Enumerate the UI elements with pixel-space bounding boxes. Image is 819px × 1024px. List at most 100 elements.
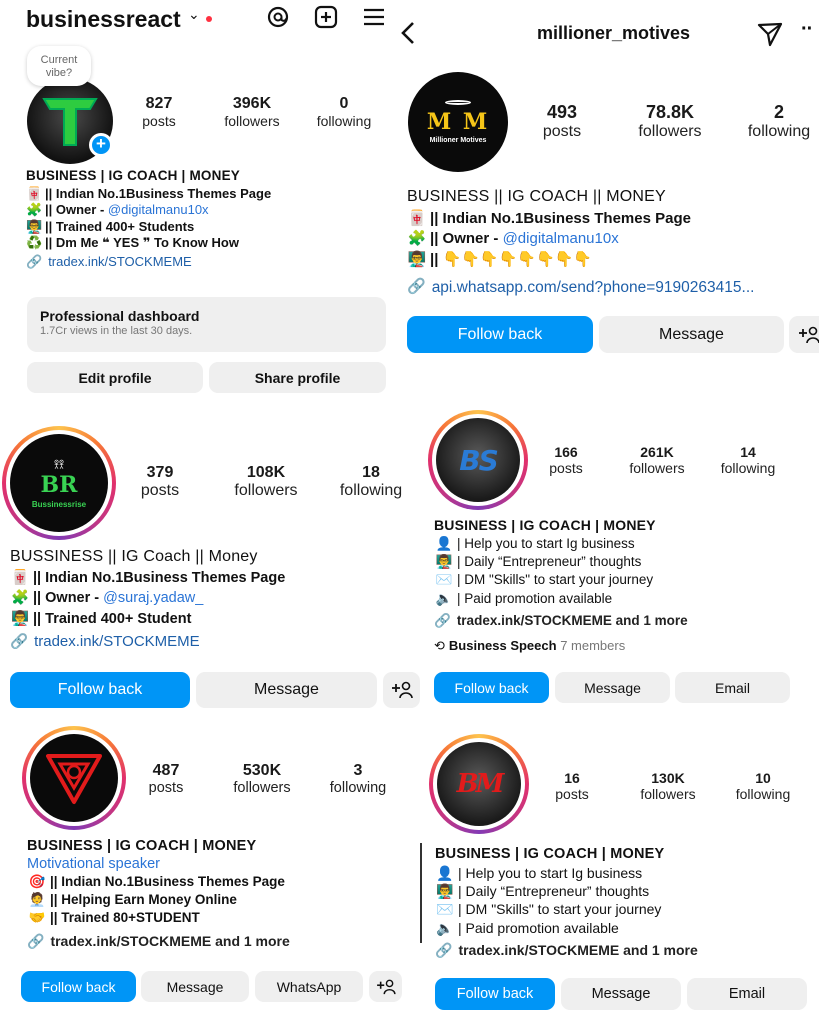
link-icon: 🔗: [435, 941, 453, 958]
stat-followers[interactable]: 108K followers: [226, 464, 306, 501]
owner-mention-link[interactable]: @digitalmanu10x: [108, 202, 209, 218]
bio: BUSINESS | IG COACH | MONEY 🀄 || Indian N…: [26, 168, 391, 270]
follow-back-button[interactable]: Follow back: [21, 971, 136, 1002]
stat-following[interactable]: 2 following: [739, 102, 819, 141]
bio: BUSINESS | IG COACH | MONEY Motivational…: [27, 838, 417, 950]
bio-link[interactable]: 🔗 tradex.ink/STOCKMEME: [26, 254, 391, 270]
owner-mention-link[interactable]: @digitalmanu10x: [503, 229, 619, 249]
email-button[interactable]: Email: [687, 978, 807, 1010]
bio-title: BUSINESS | IG COACH | MONEY: [27, 838, 257, 854]
stat-followers[interactable]: 530K followers: [226, 762, 298, 797]
message-button[interactable]: Message: [555, 672, 670, 703]
profile-panel-businessrise: 𖨆𖨆 BR Bussinessrise 379 posts 108K follo…: [0, 412, 420, 717]
stat-following[interactable]: 14 following: [716, 444, 780, 476]
edit-profile-button[interactable]: Edit profile: [27, 362, 203, 393]
bio: BUSSINESS || IG Coach || Money 🀄 || India…: [10, 548, 420, 652]
stat-following[interactable]: 10 following: [730, 770, 796, 802]
stat-posts[interactable]: 379 posts: [130, 464, 190, 501]
bio-line: 👨‍🏫 || 👇👇👇👇👇👇👇👇: [407, 250, 817, 270]
panel-divider: [420, 843, 422, 943]
bio: BUSINESS | IG COACH | MONEY 👤 | Help you …: [434, 517, 819, 654]
stat-posts[interactable]: 16 posts: [548, 770, 596, 802]
logo-halo-icon: [445, 100, 471, 105]
bio-link[interactable]: 🔗 tradex.ink/STOCKMEME: [10, 633, 420, 652]
avatar[interactable]: M M Millioner Motives: [408, 72, 508, 172]
whatsapp-button[interactable]: WhatsApp: [255, 971, 363, 1002]
back-arrow-icon[interactable]: [398, 20, 418, 46]
stat-followers[interactable]: 261K followers: [623, 444, 691, 476]
bio-line: 👨‍🏫 | Daily “Entrepreneur” thoughts: [434, 553, 819, 571]
profile-panel-businessreact: businessreact ⌄ Current vibe? + 827 post…: [0, 0, 396, 405]
bio-line: 👨‍🏫 | Daily “Entrepreneur” thoughts: [436, 883, 650, 900]
share-profile-button[interactable]: Share profile: [209, 362, 386, 393]
stat-following[interactable]: 3 following: [324, 762, 392, 797]
stat-following[interactable]: 18 following: [333, 464, 409, 501]
message-button[interactable]: Message: [141, 971, 249, 1002]
menu-icon[interactable]: [362, 5, 386, 29]
suggest-user-button[interactable]: [789, 316, 819, 353]
logo-subtext: Millioner Motives: [429, 137, 487, 144]
chevron-down-icon[interactable]: ⌄: [188, 6, 200, 23]
bio-line: 🧩 || Owner - @suraj.yadaw_: [10, 588, 420, 608]
dashboard-title: Professional dashboard: [40, 308, 200, 324]
email-button[interactable]: Email: [675, 672, 790, 703]
stat-followers[interactable]: 78.8K followers: [626, 102, 714, 141]
avatar[interactable]: [30, 734, 118, 822]
message-button[interactable]: Message: [196, 672, 377, 708]
bio-link[interactable]: 🔗 api.whatsapp.com/send?phone=9190263415.…: [407, 278, 817, 297]
teacher-icon: 👨‍🏫: [10, 610, 30, 627]
bio-line: 👤 | Help you to start Ig business: [436, 865, 643, 881]
stat-posts[interactable]: 166 posts: [540, 444, 592, 476]
stat-posts[interactable]: 827 posts: [129, 95, 189, 129]
teacher-icon: 👨‍🏫: [436, 883, 454, 900]
logo-text: BR: [40, 472, 78, 498]
avatar[interactable]: BM: [437, 742, 521, 826]
avatar[interactable]: 𖨆𖨆 BR Bussinessrise: [10, 434, 108, 532]
channel-members: 7 members: [560, 637, 626, 653]
channel-name: Business Speech: [448, 637, 557, 653]
stat-followers[interactable]: 130K followers: [634, 770, 702, 802]
add-person-icon: [799, 326, 819, 343]
link-icon: 🔗: [26, 254, 43, 269]
target-icon: 🎯: [28, 874, 46, 889]
follow-back-button[interactable]: Follow back: [435, 978, 555, 1010]
bio-line: ♻️ || Dm Me ❝ YES ❞ To Know How: [26, 234, 239, 250]
stat-posts[interactable]: 487 posts: [136, 762, 196, 797]
add-person-icon: [391, 681, 413, 699]
suggest-user-button[interactable]: [383, 672, 420, 708]
puzzle-icon: 🧩: [407, 230, 427, 248]
bio-link[interactable]: 🔗 tradex.ink/STOCKMEME and 1 more: [434, 613, 819, 630]
bio-title: BUSINESS | IG COACH | MONEY: [26, 168, 240, 183]
message-button[interactable]: Message: [561, 978, 681, 1010]
add-story-icon[interactable]: +: [89, 133, 113, 157]
bio-link[interactable]: 🔗 tradex.ink/STOCKMEME and 1 more: [27, 933, 417, 951]
bio-line: 🀄 || Indian No.1Business Themes Page: [407, 209, 817, 229]
message-button[interactable]: Message: [599, 316, 784, 353]
username[interactable]: businessreact: [26, 6, 181, 33]
new-post-icon[interactable]: [313, 4, 339, 30]
suggest-user-button[interactable]: [369, 971, 402, 1002]
threads-icon[interactable]: [265, 4, 291, 30]
note-bubble[interactable]: Current vibe?: [27, 46, 91, 86]
username: millioner_motives: [537, 23, 691, 43]
follow-back-button[interactable]: Follow back: [407, 316, 593, 353]
owner-mention-link[interactable]: @suraj.yadaw_: [103, 588, 203, 608]
follow-back-button[interactable]: Follow back: [434, 672, 549, 703]
bio-line: 👨‍🏫 || Trained 400+ Students: [26, 218, 195, 234]
stat-posts[interactable]: 493 posts: [527, 102, 597, 141]
professional-dashboard[interactable]: Professional dashboard 1.7Cr views in th…: [27, 297, 386, 352]
bio-line: 🔈 | Paid promotion available: [436, 919, 619, 936]
stat-followers[interactable]: 396K followers: [216, 95, 288, 129]
broadcast-channel[interactable]: ⟲ Business Speech 7 members: [434, 638, 819, 654]
link-icon: 🔗: [27, 932, 45, 949]
bio: BUSINESS || IG COACH || MONEY 🀄 || Indian…: [407, 188, 817, 297]
bio-link[interactable]: 🔗 tradex.ink/STOCKMEME and 1 more: [435, 942, 815, 960]
send-icon[interactable]: [756, 20, 784, 48]
link-icon: 🔗: [434, 612, 451, 628]
stat-following[interactable]: 0 following: [310, 95, 378, 129]
profile-header: businessreact ⌄: [26, 4, 396, 34]
avatar[interactable]: BS: [436, 418, 520, 502]
more-options-icon[interactable]: ··: [801, 18, 813, 41]
profile-panel-business-speech: BS 166 posts 261K followers 14 following…: [428, 408, 819, 713]
follow-back-button[interactable]: Follow back: [10, 672, 190, 708]
